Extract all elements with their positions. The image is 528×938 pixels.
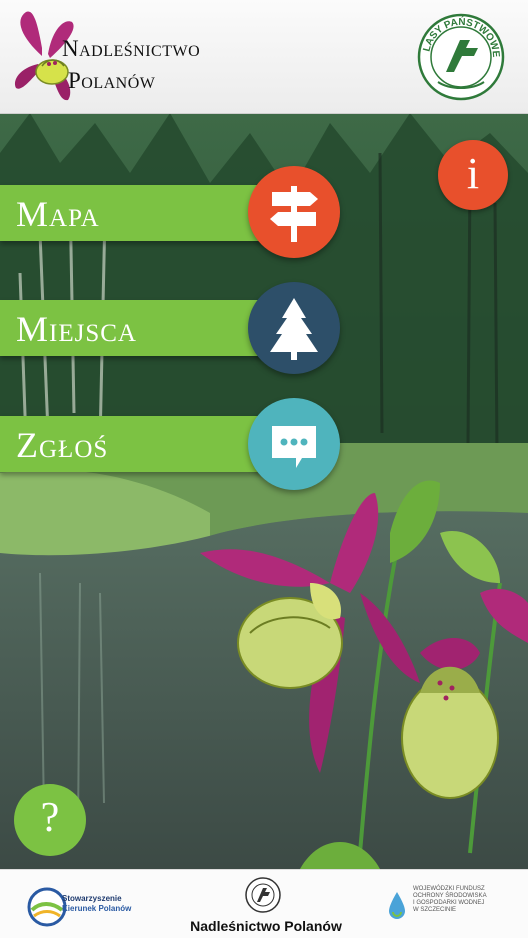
mapa-circle-button[interactable] (248, 166, 340, 258)
menu-label-zglos: Zgłoś (16, 425, 109, 465)
help-icon: ? (40, 795, 60, 841)
stowarzyszenie-name-line1: Stowarzyszenie (62, 894, 122, 903)
app-header: Nadleśnictwo Polanów LASY PAŃSTWOWE (0, 0, 528, 114)
footer-title: Nadleśnictwo Polanów (190, 918, 342, 934)
info-button[interactable]: i (438, 140, 508, 210)
help-button[interactable]: ? (14, 784, 86, 856)
menu-label-miejsca: Miejsca (16, 309, 137, 349)
sponsors-footer: Stowarzyszenie Kierunek Polanów Nadleśni… (0, 869, 528, 938)
stowarzyszenie-name-line2: Kierunek Polanów (62, 904, 132, 913)
app-title-line2: Polanów (68, 68, 156, 93)
wfosigw-name: WOJEWÓDZKI FUNDUSZ OCHRONY ŚRODOWISKA I … (413, 886, 487, 913)
wfosigw-drop-logo-icon (389, 892, 405, 919)
info-icon: i (466, 149, 480, 198)
signpost-icon (270, 186, 318, 242)
tree-icon (270, 298, 318, 360)
lasy-panstwowe-logo-icon: LASY PAŃSTWOWE (417, 13, 505, 101)
app-title-line1: Nadleśnictwo (62, 36, 201, 61)
miejsca-circle-button[interactable] (248, 282, 340, 374)
menu-label-mapa: Mapa (16, 194, 100, 234)
footer-lasy-panstwowe-logo-icon (245, 877, 281, 913)
app-screen: Nadleśnictwo Polanów LASY PAŃSTWOWE i Ma… (0, 0, 528, 938)
chat-bubble-icon (272, 426, 316, 468)
zglos-circle-button[interactable] (248, 398, 340, 490)
